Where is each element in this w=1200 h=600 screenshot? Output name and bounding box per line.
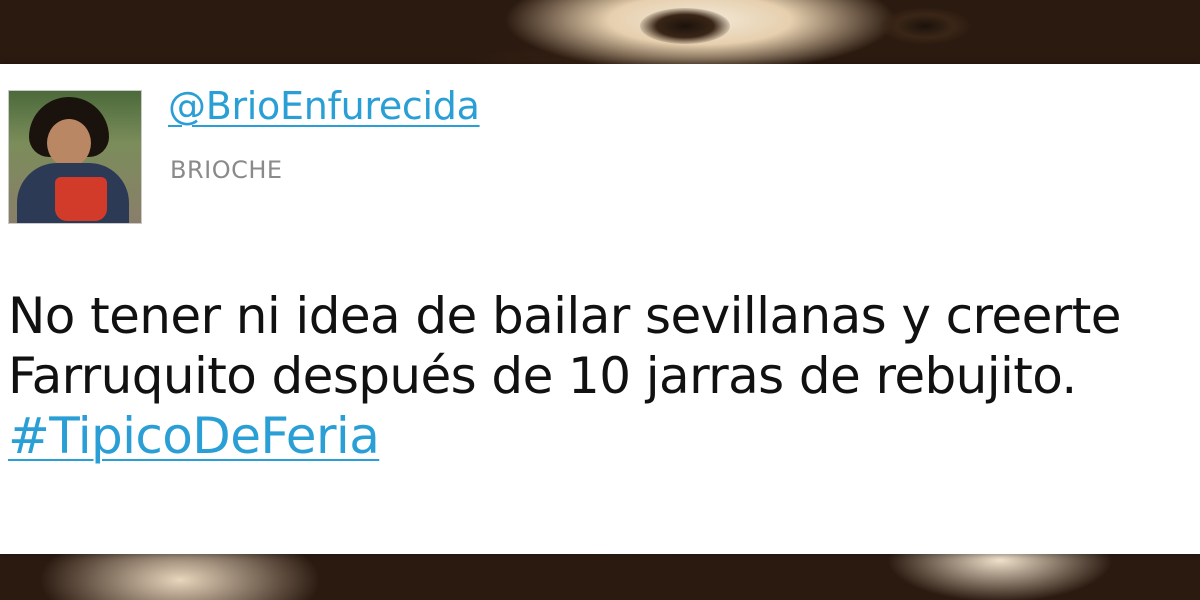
tweet-text: No tener ni idea de bailar sevillanas y … — [8, 286, 1198, 466]
background-eye-left — [640, 8, 730, 44]
hashtag-link[interactable]: #TipicoDeFeria — [8, 406, 380, 466]
tweet-screenshot: @BrioEnfurecida BRIOCHE No tener ni idea… — [0, 0, 1200, 600]
background-eye-right — [880, 8, 970, 44]
avatar-bucket — [55, 177, 107, 221]
user-handle-link[interactable]: @BrioEnfurecida — [168, 84, 480, 128]
avatar[interactable] — [8, 90, 142, 224]
tweet-line-2: Farruquito después de 10 jarras de rebuj… — [8, 347, 1077, 405]
user-display-name: BRIOCHE — [170, 156, 283, 184]
tweet-line-1: No tener ni idea de bailar sevillanas y … — [8, 287, 1121, 345]
avatar-face — [47, 119, 91, 167]
tweet-card: @BrioEnfurecida BRIOCHE No tener ni idea… — [0, 64, 1200, 554]
